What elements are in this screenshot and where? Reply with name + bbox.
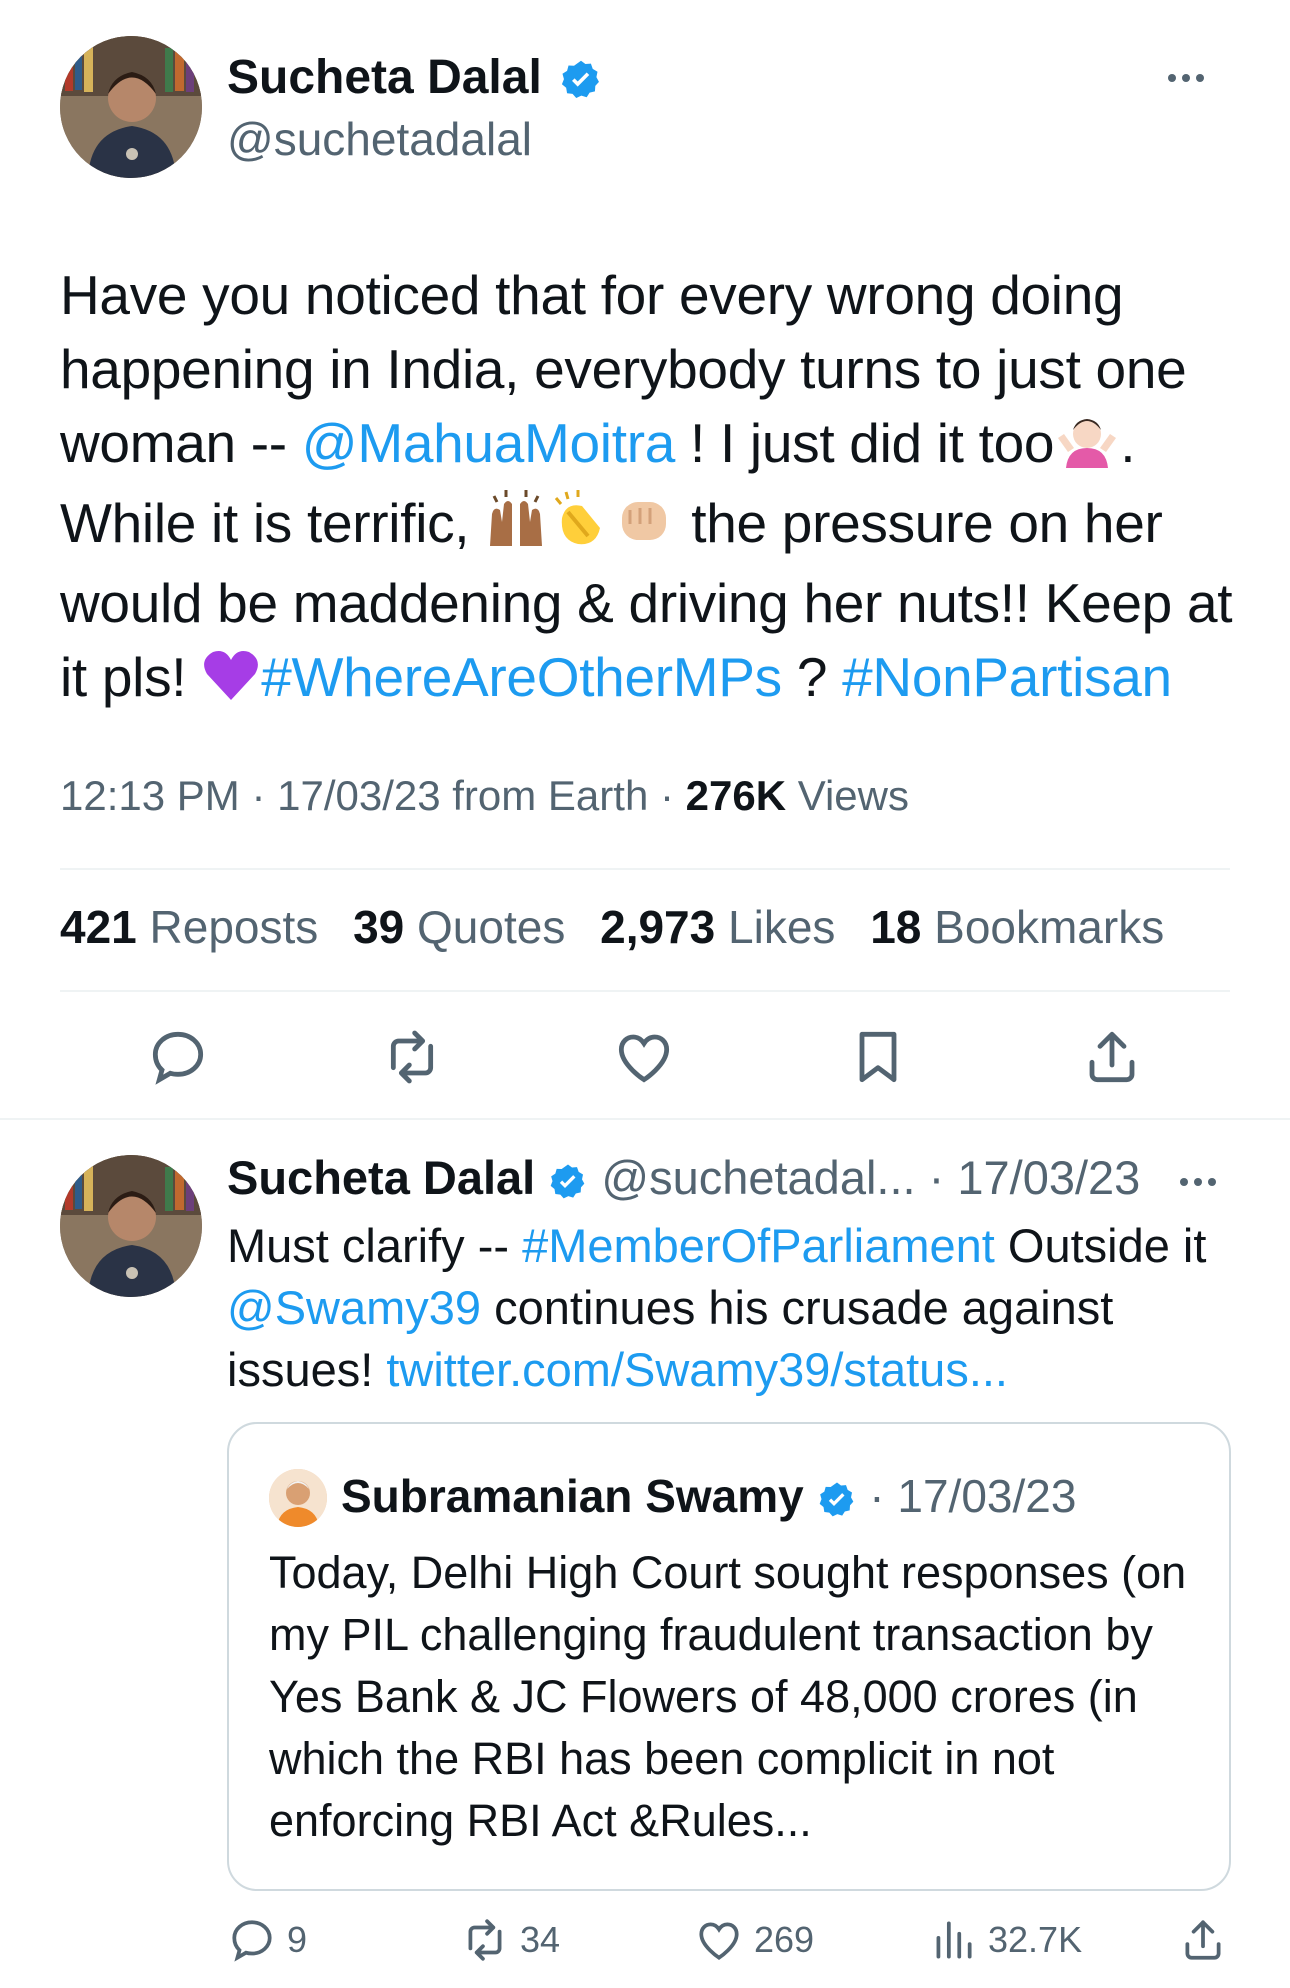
divider (0, 1118, 1290, 1120)
reply-button[interactable] (146, 1025, 210, 1089)
tweet-text: Have you noticed that for every wrong do… (60, 258, 1240, 720)
reposts-stat[interactable]: 421 Reposts (60, 901, 318, 953)
views-label: Views (786, 772, 909, 819)
author-name[interactable]: Sucheta Dalal (227, 51, 542, 104)
stat-count: 421 (60, 901, 137, 953)
author-avatar[interactable] (60, 36, 202, 178)
views-count: 32.7K (988, 1919, 1083, 1960)
tweet-action-bar (0, 1025, 1290, 1115)
share-icon (1185, 1920, 1221, 1960)
reply-author-name[interactable]: Sucheta Dalal (227, 1151, 535, 1204)
author-handle[interactable]: @suchetadalal (227, 112, 532, 166)
reply-date[interactable]: · 17/03/23 (916, 1151, 1141, 1204)
divider (60, 990, 1230, 992)
reply-action-bar: 9 34 269 32.7K (0, 1915, 1290, 1975)
reply-share-button[interactable] (1178, 1915, 1228, 1965)
repost-button[interactable] (380, 1025, 444, 1089)
tweet-text-part: ! I just did it too (675, 412, 1055, 474)
hashtag-link[interactable]: #MemberOfParliament (522, 1219, 995, 1272)
mention-link[interactable]: @Swamy39 (227, 1281, 481, 1334)
reply-author-handle[interactable]: @suchetadal... (601, 1151, 915, 1204)
tweet-text-part: ? (781, 646, 843, 708)
reply-icon (152, 1031, 204, 1085)
reply-author-avatar[interactable] (60, 1155, 202, 1297)
bookmarks-stat[interactable]: 18 Bookmarks (870, 901, 1164, 953)
quoted-tweet-card[interactable]: Subramanian Swamy · 17/03/23 Today, Delh… (227, 1422, 1231, 1891)
reply-text-part: Outside it (994, 1219, 1207, 1272)
reposts-count: 34 (520, 1919, 561, 1960)
fist-bump-emoji-icon (612, 488, 676, 566)
stat-count: 2,973 (600, 901, 716, 953)
likes-count: 269 (754, 1919, 815, 1960)
views-chart-icon (936, 1921, 972, 1959)
clapping-hands-emoji-icon (548, 488, 612, 566)
verified-badge-icon (562, 61, 600, 99)
raised-hands-emoji-icon (484, 488, 548, 566)
quoted-author-avatar (269, 1469, 327, 1527)
shrug-emoji-icon (1054, 408, 1120, 486)
views-count: 276K (685, 772, 787, 819)
engagement-stats: 421 Reposts 39 Quotes 2,973 Likes 18 Boo… (60, 900, 1186, 954)
stat-count: 18 (870, 901, 922, 953)
quoted-author-name: Subramanian Swamy (341, 1470, 804, 1522)
reply-icon (232, 1920, 272, 1962)
reply-like-button[interactable]: 269 (694, 1915, 814, 1965)
tweet-timestamp[interactable]: 12:13 PM · 17/03/23 from Earth · (60, 772, 686, 819)
share-icon (1089, 1031, 1135, 1083)
reply-views-button[interactable]: 32.7K (928, 1915, 1082, 1965)
hashtag-link[interactable]: #WhereAreOtherMPs (261, 646, 782, 708)
quotes-stat[interactable]: 39 Quotes (353, 901, 565, 953)
verified-badge-icon (550, 1164, 585, 1198)
stat-label: Reposts (149, 901, 319, 953)
like-button[interactable] (612, 1025, 676, 1089)
more-options-icon[interactable] (1168, 74, 1204, 82)
stat-label: Quotes (417, 901, 566, 953)
hashtag-link[interactable]: #NonPartisan (842, 646, 1172, 708)
heart-icon (699, 1922, 739, 1960)
reply-repost-button[interactable]: 34 (460, 1915, 560, 1965)
reply-header: Sucheta Dalal @suchetadal... · 17/03/23 (227, 1150, 1140, 1205)
tweet-meta: 12:13 PM · 17/03/23 from Earth · 276K Vi… (60, 772, 909, 820)
share-button[interactable] (1080, 1025, 1144, 1089)
reply-text: Must clarify -- #MemberOfParliament Outs… (227, 1215, 1237, 1401)
reply-text-part: Must clarify -- (227, 1219, 523, 1272)
quoted-text: Today, Delhi High Court sought responses… (269, 1547, 1187, 1846)
quoted-date: · 17/03/23 (869, 1470, 1077, 1522)
bookmark-icon (859, 1031, 897, 1083)
stat-count: 39 (353, 901, 405, 953)
author-name-row[interactable]: Sucheta Dalal (227, 50, 603, 105)
verified-badge-icon (819, 1482, 853, 1517)
mention-link[interactable]: @MahuaMoitra (302, 412, 676, 474)
url-link[interactable]: twitter.com/Swamy39/status... (386, 1343, 1008, 1396)
divider (60, 868, 1230, 870)
quoted-header: Subramanian Swamy · 17/03/23 (341, 1469, 1076, 1523)
bookmark-button[interactable] (846, 1025, 910, 1089)
purple-heart-emoji-icon (201, 646, 261, 720)
stat-label: Likes (728, 901, 836, 953)
likes-stat[interactable]: 2,973 Likes (600, 901, 835, 953)
repost-icon (390, 1030, 434, 1084)
reply-more-options-icon[interactable] (1180, 1178, 1216, 1186)
stat-label: Bookmarks (934, 901, 1165, 953)
heart-icon (618, 1034, 670, 1083)
replies-count: 9 (287, 1919, 308, 1960)
repost-icon (468, 1919, 502, 1961)
reply-replies-button[interactable]: 9 (227, 1915, 307, 1965)
